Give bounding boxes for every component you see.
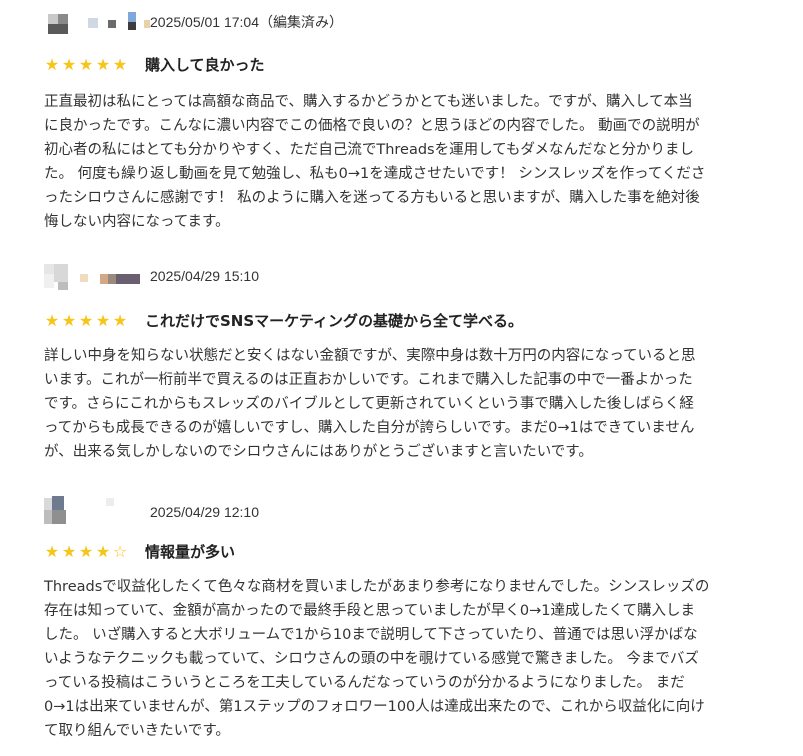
review-meta: 2025/05/01 17:04（編集済み） [44, 8, 444, 36]
avatar [44, 8, 150, 36]
review-title-row: ★ ★ ★ ★ ★ 購入して良かった [44, 53, 764, 77]
star-icon: ★ [61, 55, 78, 74]
star-icon: ★ [61, 542, 78, 561]
star-icon: ★ [95, 311, 112, 330]
star-icon: ★ [78, 55, 95, 74]
star-icon: ★ [112, 311, 129, 330]
rating-stars: ★ ★ ★ ★ ☆ [44, 540, 129, 564]
review-item: 2025/04/29 12:10 ★ ★ ★ ★ ☆ 情報量が多い Threadsで収益… [44, 496, 764, 752]
review-title: これだけでSNSマーケティングの基礎から全て学べる。 [145, 312, 523, 330]
star-icon: ★ [44, 311, 61, 330]
review-body: 詳しい中身を知らない状態だと安くはない金額ですが、実際中身は数十万円の内容になっ… [44, 348, 696, 460]
review-title: 購入して良かった [145, 56, 265, 74]
review-date: 2025/04/29 12:10 [150, 504, 259, 520]
review-title-row: ★ ★ ★ ★ ☆ 情報量が多い [44, 540, 764, 564]
star-icon: ★ [44, 542, 61, 561]
review-date: 2025/04/29 15:10 [150, 268, 259, 284]
review-item: 2025/04/29 15:10 ★ ★ ★ ★ ★ これだけでSNSマーケティングの基… [44, 264, 764, 474]
review-title-row: ★ ★ ★ ★ ★ これだけでSNSマーケティングの基礎から全て学べる。 [44, 309, 764, 333]
review-date: 2025/05/01 17:04（編集済み） [150, 14, 343, 30]
star-icon: ★ [44, 55, 61, 74]
star-icon: ★ [61, 311, 78, 330]
review-meta: 2025/04/29 12:10 [44, 496, 444, 524]
review-title: 情報量が多い [145, 543, 236, 561]
star-outline-icon: ☆ [112, 542, 129, 561]
star-icon: ★ [78, 311, 95, 330]
rating-stars: ★ ★ ★ ★ ★ [44, 309, 129, 333]
avatar [44, 496, 148, 524]
avatar [44, 264, 148, 292]
review-body: Threadsで収益化したくて色々な商材を買いましたがあまり参考になりませんでし… [44, 579, 710, 739]
star-icon: ★ [95, 55, 112, 74]
star-icon: ★ [95, 542, 112, 561]
review-body: 正直最初は私にとっては高額な商品で、購入するかどうかとても迷いました。ですが、購… [44, 94, 706, 230]
star-icon: ★ [78, 542, 95, 561]
review-meta: 2025/04/29 15:10 [44, 264, 444, 292]
review-item: 2025/05/01 17:04（編集済み） ★ ★ ★ ★ ★ 購入して良かった 正直… [44, 8, 764, 238]
rating-stars: ★ ★ ★ ★ ★ [44, 53, 129, 77]
star-icon: ★ [112, 55, 129, 74]
